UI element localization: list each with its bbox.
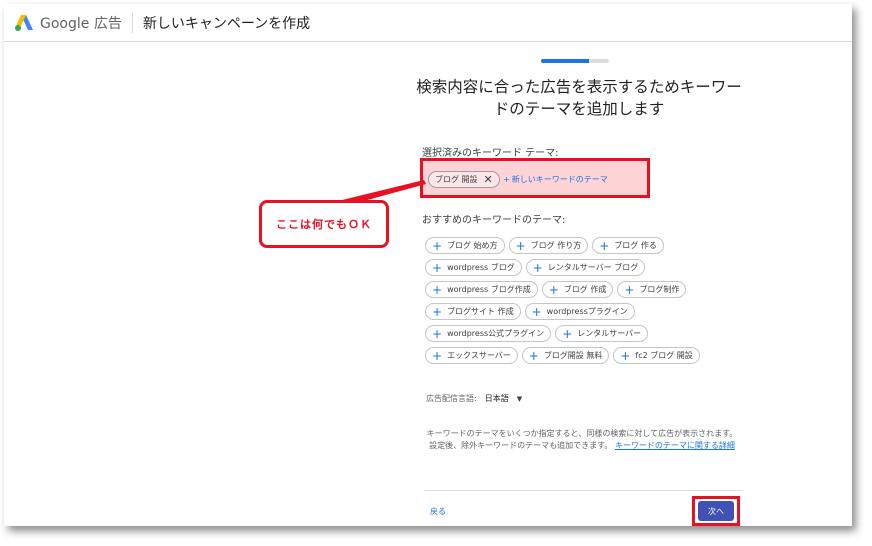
plus-icon: + bbox=[620, 348, 631, 363]
plus-icon: + bbox=[532, 260, 543, 275]
plus-icon: + bbox=[562, 326, 573, 341]
plus-icon: + bbox=[432, 238, 443, 253]
add-new-theme-label: 新しいキーワードのテーマ bbox=[511, 175, 608, 184]
app-window: Google 広告 新しいキャンペーンを作成 検索内容に合った広告を表示するため… bbox=[4, 4, 852, 526]
step-progress-bar bbox=[541, 59, 609, 63]
suggested-theme-label: レンタルサーバー bbox=[577, 329, 642, 338]
google-ads-logo-icon bbox=[15, 14, 33, 31]
plus-icon: + bbox=[531, 304, 542, 319]
suggested-theme-chip[interactable]: + ブログ制作 bbox=[617, 281, 687, 298]
top-bar: Google 広告 新しいキャンペーンを作成 bbox=[4, 4, 852, 42]
ad-language-label: 広告配信言語: bbox=[426, 394, 477, 403]
ad-language-value: 日本語 bbox=[484, 394, 509, 403]
plus-icon: + bbox=[624, 282, 635, 297]
plus-icon: + bbox=[503, 175, 510, 184]
suggested-theme-chip[interactable]: + ブログ 始め方 bbox=[425, 237, 505, 254]
suggested-theme-chip[interactable]: + ブログ 作成 bbox=[541, 281, 614, 298]
suggested-themes-row: + ブログ 始め方 + ブログ 作り方 + ブログ 作る bbox=[425, 237, 745, 254]
close-icon[interactable]: ✕ bbox=[484, 173, 493, 186]
info-text: キーワードのテーマをいくつか指定すると、同様の検索に対して広告が表示されます。設… bbox=[424, 428, 740, 452]
add-new-theme-link[interactable]: + 新しいキーワードのテーマ bbox=[503, 174, 608, 185]
suggested-theme-chip[interactable]: + wordpress ブログ bbox=[425, 259, 522, 276]
plus-icon: + bbox=[432, 304, 443, 319]
step-heading: 検索内容に合った広告を表示するためキーワードのテーマを追加します bbox=[416, 78, 742, 118]
suggested-themes-row: + wordpress ブログ + レンタルサーバー ブログ bbox=[425, 259, 745, 276]
suggested-theme-label: wordpress公式プラグイン bbox=[447, 329, 545, 338]
suggested-theme-label: ブログ 始め方 bbox=[447, 241, 498, 250]
suggested-theme-chip[interactable]: + レンタルサーバー ブログ bbox=[525, 259, 646, 276]
suggested-theme-chip[interactable]: + エックスサーバー bbox=[425, 347, 518, 364]
plus-icon: + bbox=[548, 282, 559, 297]
suggested-theme-chip[interactable]: + wordpress公式プラグイン bbox=[425, 325, 552, 342]
next-button-highlight: 次へ bbox=[692, 496, 740, 526]
selected-themes-label: 選択済みのキーワード テーマ: bbox=[422, 148, 559, 159]
ad-language-selector[interactable]: 広告配信言語: 日本語 ▼ bbox=[426, 393, 522, 404]
suggested-theme-label: fc2 ブログ 開設 bbox=[635, 351, 693, 360]
step-progress-fill bbox=[541, 59, 589, 63]
suggested-themes-list: + ブログ 始め方 + ブログ 作り方 + ブログ 作る + wordpress ブログ + レン… bbox=[425, 237, 745, 369]
suggested-theme-chip[interactable]: + ブログ 作る bbox=[592, 237, 664, 254]
selected-themes-area: ブログ 開設 ✕ + 新しいキーワードのテーマ bbox=[420, 158, 650, 198]
brand-name: Google 広告 bbox=[40, 15, 122, 32]
suggested-theme-chip[interactable]: + ブログ 作り方 bbox=[508, 237, 589, 254]
suggested-theme-label: ブログ制作 bbox=[639, 285, 680, 294]
back-button[interactable]: 戻る bbox=[430, 506, 446, 517]
suggested-theme-label: ブログ 作り方 bbox=[530, 241, 582, 250]
caret-down-icon: ▼ bbox=[516, 394, 523, 403]
plus-icon: + bbox=[515, 238, 526, 253]
plus-icon: + bbox=[528, 348, 539, 363]
plus-icon: + bbox=[432, 260, 443, 275]
plus-icon: + bbox=[599, 238, 610, 253]
plus-icon: + bbox=[432, 282, 443, 297]
page-title: 新しいキャンペーンを作成 bbox=[142, 15, 311, 32]
suggested-theme-label: ブログ 作る bbox=[614, 241, 657, 250]
suggested-theme-label: ブログ 作成 bbox=[563, 285, 607, 294]
suggested-theme-label: wordpressプラグイン bbox=[546, 307, 628, 316]
suggested-theme-label: wordpress ブログ bbox=[447, 263, 515, 272]
suggested-theme-label: wordpress ブログ作成 bbox=[447, 285, 531, 294]
suggested-theme-label: レンタルサーバー ブログ bbox=[547, 263, 639, 272]
suggested-theme-chip[interactable]: + wordpressプラグイン bbox=[524, 303, 635, 320]
suggested-theme-chip[interactable]: + fc2 ブログ 開設 bbox=[613, 347, 700, 364]
suggested-themes-row: + ブログサイト 作成 + wordpressプラグイン bbox=[425, 303, 745, 320]
selected-theme-chip[interactable]: ブログ 開設 ✕ bbox=[428, 171, 500, 188]
suggested-theme-label: エックスサーバー bbox=[447, 351, 511, 360]
next-button[interactable]: 次へ bbox=[698, 501, 734, 521]
suggested-themes-row: + wordpress公式プラグイン + レンタルサーバー bbox=[425, 325, 745, 342]
suggested-theme-label: ブログサイト 作成 bbox=[447, 307, 514, 316]
plus-icon: + bbox=[432, 326, 443, 341]
plus-icon: + bbox=[432, 348, 443, 363]
suggested-theme-label: ブログ開設 無料 bbox=[543, 351, 603, 360]
suggested-theme-chip[interactable]: + ブログ開設 無料 bbox=[521, 347, 610, 364]
suggested-themes-label: おすすめのキーワードのテーマ: bbox=[422, 215, 566, 226]
annotation-callout: ここは何でもＯＫ bbox=[259, 200, 389, 248]
suggested-themes-row: + wordpress ブログ作成 + ブログ 作成 + ブログ制作 bbox=[425, 281, 745, 298]
suggested-theme-chip[interactable]: + レンタルサーバー bbox=[555, 325, 649, 342]
learn-more-link[interactable]: キーワードのテーマに関する詳細 bbox=[615, 441, 735, 450]
suggested-theme-chip[interactable]: + ブログサイト 作成 bbox=[425, 303, 521, 320]
header-divider bbox=[131, 12, 133, 33]
suggested-theme-chip[interactable]: + wordpress ブログ作成 bbox=[425, 281, 538, 298]
footer-divider bbox=[424, 490, 742, 491]
selected-theme-chip-label: ブログ 開設 bbox=[435, 175, 478, 184]
suggested-themes-row: + エックスサーバー + ブログ開設 無料 + fc2 ブログ 開設 bbox=[425, 347, 745, 364]
